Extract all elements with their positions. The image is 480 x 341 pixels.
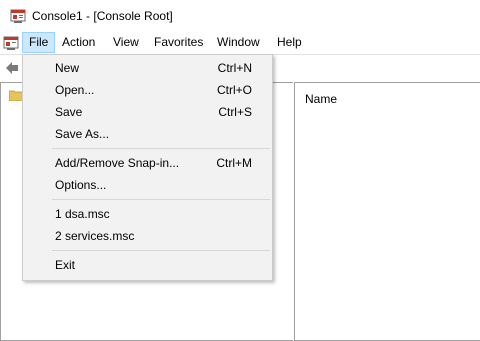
menu-item-open[interactable]: Open... Ctrl+O <box>23 79 272 101</box>
menu-action[interactable]: Action <box>56 32 101 53</box>
menu-separator <box>52 148 270 149</box>
mmc-console-icon <box>10 9 26 23</box>
menu-view[interactable]: View <box>107 32 145 53</box>
folder-icon[interactable] <box>9 89 23 101</box>
menu-item-add-remove-snap-in[interactable]: Add/Remove Snap-in... Ctrl+M <box>23 152 272 174</box>
menu-item-shortcut: Ctrl+O <box>216 83 252 97</box>
title-bar: Console1 - [Console Root] <box>0 0 480 32</box>
menu-item-label: Open... <box>55 83 95 97</box>
menu-item-exit[interactable]: Exit <box>23 254 272 276</box>
menu-help[interactable]: Help <box>271 32 308 53</box>
menu-item-shortcut: Ctrl+S <box>218 105 252 119</box>
console-window-icon[interactable] <box>3 35 19 51</box>
menu-favorites[interactable]: Favorites <box>148 32 209 53</box>
menu-item-label: 2 services.msc <box>55 229 135 243</box>
menu-window[interactable]: Window <box>211 32 266 53</box>
column-header-name[interactable]: Name <box>305 92 337 106</box>
menu-item-label: Save <box>55 105 83 119</box>
menu-item-save[interactable]: Save Ctrl+S <box>23 101 272 123</box>
menu-file[interactable]: File <box>22 32 56 53</box>
menu-item-label: Save As... <box>55 127 110 141</box>
menu-separator <box>52 250 270 251</box>
menu-item-label: 1 dsa.msc <box>55 207 110 221</box>
menu-item-label: Add/Remove Snap-in... <box>55 156 180 170</box>
file-menu-dropdown: New Ctrl+N Open... Ctrl+O Save Ctrl+S Sa… <box>22 54 273 281</box>
menu-item-recent-dsa[interactable]: 1 dsa.msc <box>23 203 272 225</box>
menu-bar: File Action View Favorites Window Help <box>0 32 480 54</box>
menu-item-shortcut: Ctrl+N <box>217 61 252 75</box>
window-title: Console1 - [Console Root] <box>32 9 173 23</box>
back-arrow-icon[interactable] <box>5 61 19 75</box>
menu-item-new[interactable]: New Ctrl+N <box>23 57 272 79</box>
result-pane[interactable]: Name <box>294 82 480 341</box>
menu-item-options[interactable]: Options... <box>23 174 272 196</box>
menu-separator <box>52 199 270 200</box>
menu-item-shortcut: Ctrl+M <box>216 156 252 170</box>
menu-item-label: New <box>55 61 80 75</box>
menu-item-save-as[interactable]: Save As... <box>23 123 272 145</box>
menu-item-recent-services[interactable]: 2 services.msc <box>23 225 272 247</box>
menu-item-label: Exit <box>55 258 76 272</box>
menu-item-label: Options... <box>55 178 107 192</box>
